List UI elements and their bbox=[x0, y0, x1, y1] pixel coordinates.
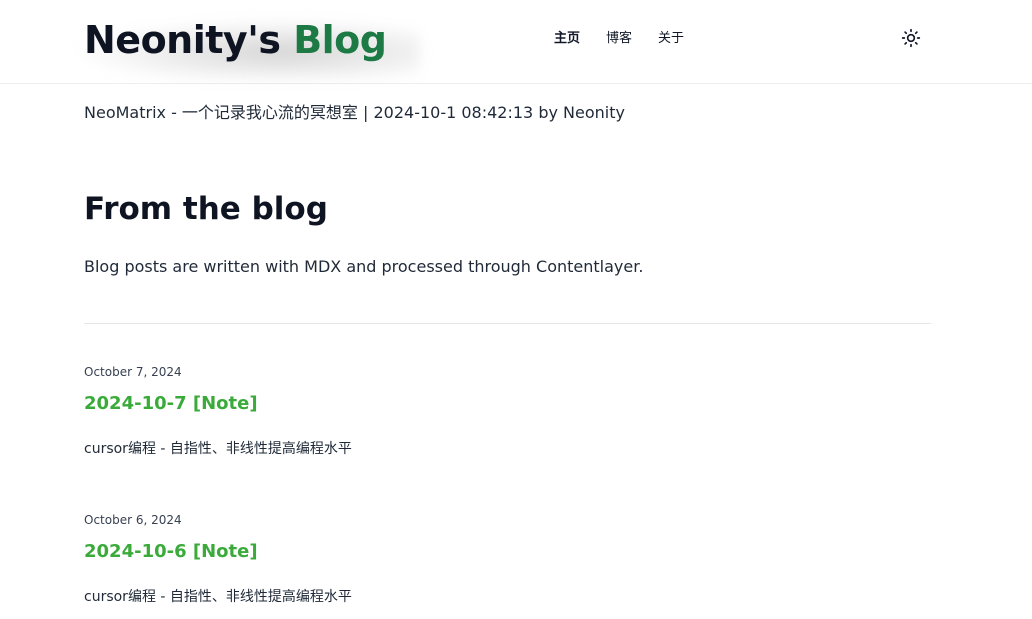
site-header: Neonity's Blog 主页 博客 关于 bbox=[0, 0, 1032, 84]
theme-toggle-button[interactable] bbox=[900, 27, 922, 49]
nav-item-blog[interactable]: 博客 bbox=[606, 30, 658, 48]
post-description: cursor编程 - 自指性、非线性提高编程水平 bbox=[84, 589, 352, 605]
post-description: cursor编程 - 自指性、非线性提高编程水平 bbox=[84, 441, 352, 457]
post-date: October 7, 2024 bbox=[84, 365, 182, 379]
logo-accent-text: Blog bbox=[293, 18, 387, 62]
page-title: From the blog bbox=[84, 191, 328, 227]
site-logo[interactable]: Neonity's Blog bbox=[84, 14, 387, 66]
post-date: October 6, 2024 bbox=[84, 513, 182, 527]
sun-icon bbox=[901, 28, 921, 48]
main-nav: 主页 博客 关于 bbox=[554, 30, 698, 48]
post-item: October 7, 2024 2024-10-7 [Note] cursor编… bbox=[84, 364, 934, 458]
logo-main-text: Neonity's bbox=[84, 18, 294, 62]
post-title-link[interactable]: 2024-10-6 [Note] bbox=[84, 540, 934, 564]
divider bbox=[84, 323, 931, 324]
nav-item-about[interactable]: 关于 bbox=[658, 30, 698, 48]
site-subline: NeoMatrix - 一个记录我心流的冥想室 | 2024-10-1 08:4… bbox=[84, 103, 625, 122]
post-title-link[interactable]: 2024-10-7 [Note] bbox=[84, 392, 934, 416]
nav-item-home[interactable]: 主页 bbox=[554, 30, 606, 48]
page-description: Blog posts are written with MDX and proc… bbox=[84, 257, 644, 276]
post-item: October 6, 2024 2024-10-6 [Note] cursor编… bbox=[84, 512, 934, 606]
